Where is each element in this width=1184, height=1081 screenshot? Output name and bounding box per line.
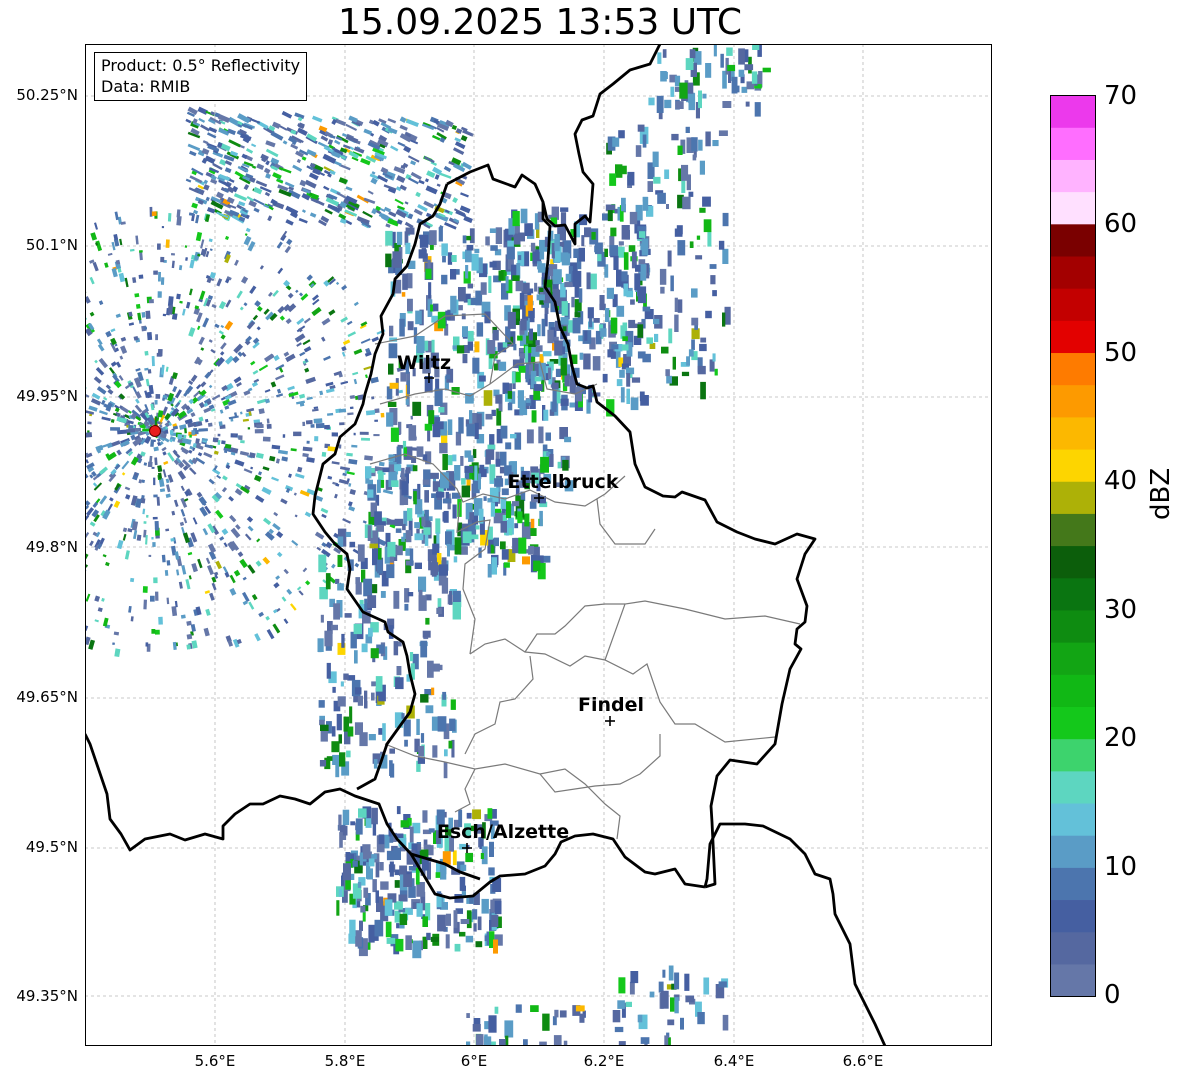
colorbar-segment xyxy=(1050,738,1096,772)
city-label-findel: Findel xyxy=(578,694,644,716)
lat-label: 49.8°N xyxy=(25,538,78,556)
info-box: Product: 0.5° Reflectivity Data: RMIB xyxy=(94,52,308,101)
colorbar-segment xyxy=(1050,416,1096,450)
lon-label: 6°E xyxy=(460,1052,488,1070)
colorbar-segment xyxy=(1050,448,1096,482)
colorbar-segment xyxy=(1050,255,1096,289)
colorbar-segment xyxy=(1050,899,1096,933)
colorbar-segment xyxy=(1050,835,1096,868)
lon-label: 5.6°E xyxy=(194,1052,236,1070)
colorbar-segment xyxy=(1050,867,1096,901)
colorbar-segment xyxy=(1050,191,1096,225)
colorbar xyxy=(1050,95,1096,997)
colorbar-tick: 0 xyxy=(1104,980,1121,1010)
colorbar-label: dBZ xyxy=(1146,467,1176,520)
colorbar-segment xyxy=(1050,223,1096,257)
lon-label: 5.8°E xyxy=(324,1052,366,1070)
city-label-wiltz: Wiltz xyxy=(397,352,451,374)
colorbar-segment xyxy=(1050,352,1096,386)
colorbar-tick: 40 xyxy=(1104,466,1138,496)
lat-label: 49.95°N xyxy=(16,387,78,405)
map-title: 15.09.2025 13:53 UTC xyxy=(337,2,743,43)
colorbar-tick: 60 xyxy=(1104,209,1138,239)
data-source-text: Data: RMIB xyxy=(101,77,191,96)
colorbar-segment xyxy=(1050,545,1096,579)
colorbar-segment xyxy=(1050,577,1096,611)
colorbar-segment xyxy=(1050,384,1096,418)
city-label-esch: Esch/Alzette xyxy=(437,821,569,843)
city-marker-findel xyxy=(605,716,615,726)
colorbar-tick: 70 xyxy=(1104,81,1138,111)
colorbar-segment xyxy=(1050,963,1096,997)
radar-map: Wiltz Ettelbruck Findel Esch/Alzette xyxy=(85,44,992,1046)
colorbar-segment xyxy=(1050,127,1096,160)
lat-label: 50.25°N xyxy=(16,86,78,104)
colorbar-segment xyxy=(1050,931,1096,965)
lon-label: 6.4°E xyxy=(713,1052,755,1070)
colorbar-segment xyxy=(1050,513,1096,547)
lon-label: 6.6°E xyxy=(842,1052,884,1070)
colorbar-segment xyxy=(1050,481,1096,514)
lon-label: 6.2°E xyxy=(583,1052,625,1070)
city-label-ettelbruck: Ettelbruck xyxy=(508,471,619,493)
radar-site-marker xyxy=(149,425,161,437)
colorbar-tick: 20 xyxy=(1104,723,1138,753)
colorbar-segment xyxy=(1050,770,1096,804)
lat-label: 49.35°N xyxy=(16,987,78,1005)
colorbar-segment xyxy=(1050,674,1096,707)
lat-label: 50.1°N xyxy=(25,236,78,254)
lat-label: 49.65°N xyxy=(16,688,78,706)
product-text: Product: 0.5° Reflectivity xyxy=(101,56,301,75)
colorbar-segment xyxy=(1050,802,1096,836)
colorbar-segment xyxy=(1050,288,1096,321)
colorbar-segment xyxy=(1050,642,1096,675)
colorbar-segment xyxy=(1050,95,1096,128)
colorbar-segment xyxy=(1050,159,1096,193)
colorbar-segment xyxy=(1050,320,1096,354)
colorbar-tick: 10 xyxy=(1104,852,1138,882)
radar-echoes xyxy=(85,44,771,1046)
lat-label: 49.5°N xyxy=(25,838,78,856)
colorbar-segment xyxy=(1050,706,1096,740)
colorbar-tick: 50 xyxy=(1104,338,1138,368)
colorbar-segment xyxy=(1050,609,1096,643)
colorbar-tick: 30 xyxy=(1104,595,1138,625)
